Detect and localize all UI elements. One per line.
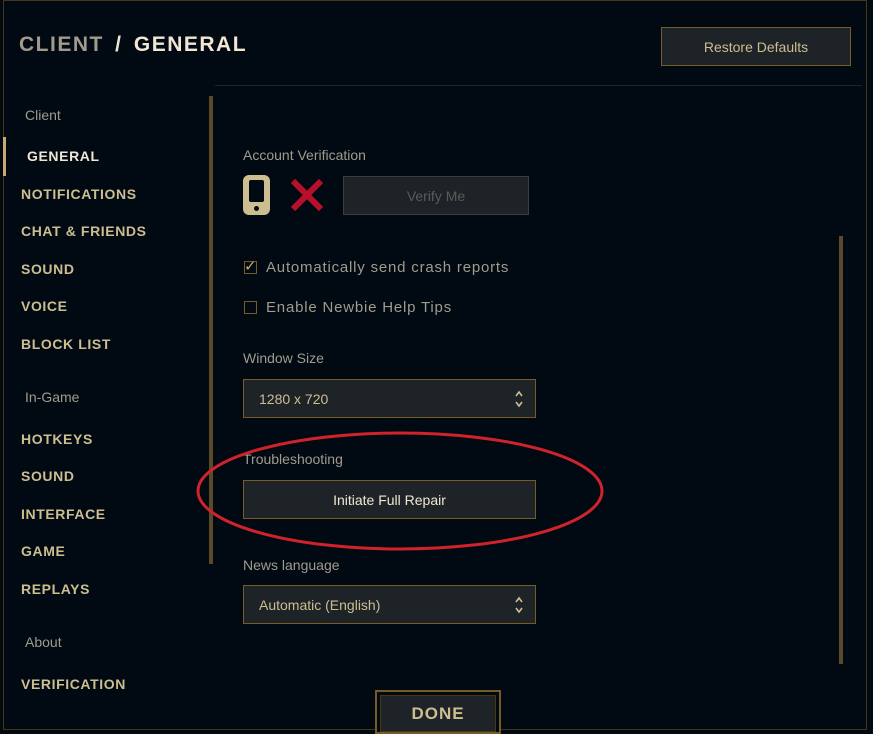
newbie-tips-label: Enable Newbie Help Tips [266,299,452,316]
crash-reports-option[interactable]: ✓ Automatically send crash reports [244,258,510,276]
nav-item-sound[interactable]: SOUND [21,261,75,277]
crash-reports-checkbox[interactable]: ✓ [244,258,257,275]
window-size-value: 1280 x 720 [259,390,329,407]
window-size-label: Window Size [243,350,324,366]
done-button-frame: DONE [375,690,501,734]
header-divider [215,85,862,86]
breadcrumb-parent: CLIENT [19,33,104,56]
active-nav-indicator [3,137,6,176]
select-arrows-icon [515,596,523,614]
page-title: CLIENT / GENERAL [19,33,247,57]
news-language-select[interactable]: Automatic (English) [243,585,536,624]
nav-item-ingame-sound[interactable]: SOUND [21,468,75,484]
restore-defaults-button[interactable]: Restore Defaults [661,27,851,66]
nav-item-notifications[interactable]: NOTIFICATIONS [21,186,137,202]
account-verification-label: Account Verification [243,147,366,163]
newbie-tips-checkbox[interactable] [244,301,257,314]
initiate-full-repair-button[interactable]: Initiate Full Repair [243,480,536,519]
verify-me-button[interactable]: Verify Me [343,176,529,215]
crash-reports-label: Automatically send crash reports [266,259,510,276]
x-mark-icon [290,178,324,212]
done-button[interactable]: DONE [380,695,496,732]
nav-item-block-list[interactable]: BLOCK LIST [21,336,111,352]
checkmark-icon: ✓ [244,258,258,275]
nav-item-verification[interactable]: VERIFICATION [21,676,126,692]
nav-item-general[interactable]: GENERAL [27,148,100,164]
phone-icon [243,175,270,215]
sidebar-scrollbar[interactable] [209,96,213,564]
nav-item-chat-friends[interactable]: CHAT & FRIENDS [21,223,147,239]
nav-item-game[interactable]: GAME [21,543,65,559]
nav-item-hotkeys[interactable]: HOTKEYS [21,431,93,447]
content-scrollbar[interactable] [839,236,843,664]
nav-heading-ingame: In-Game [25,389,80,405]
nav-item-voice[interactable]: VOICE [21,298,68,314]
breadcrumb-separator: / [115,33,123,56]
nav-heading-client: Client [25,107,61,123]
troubleshooting-label: Troubleshooting [243,451,343,467]
news-language-label: News language [243,557,340,573]
select-arrows-icon [515,390,523,408]
news-language-value: Automatic (English) [259,596,381,613]
nav-item-replays[interactable]: REPLAYS [21,581,90,597]
window-size-select[interactable]: 1280 x 720 [243,379,536,418]
nav-item-interface[interactable]: INTERFACE [21,506,106,522]
nav-heading-about: About [25,634,62,650]
breadcrumb-current: GENERAL [133,33,248,56]
newbie-tips-option[interactable]: Enable Newbie Help Tips [244,299,452,316]
